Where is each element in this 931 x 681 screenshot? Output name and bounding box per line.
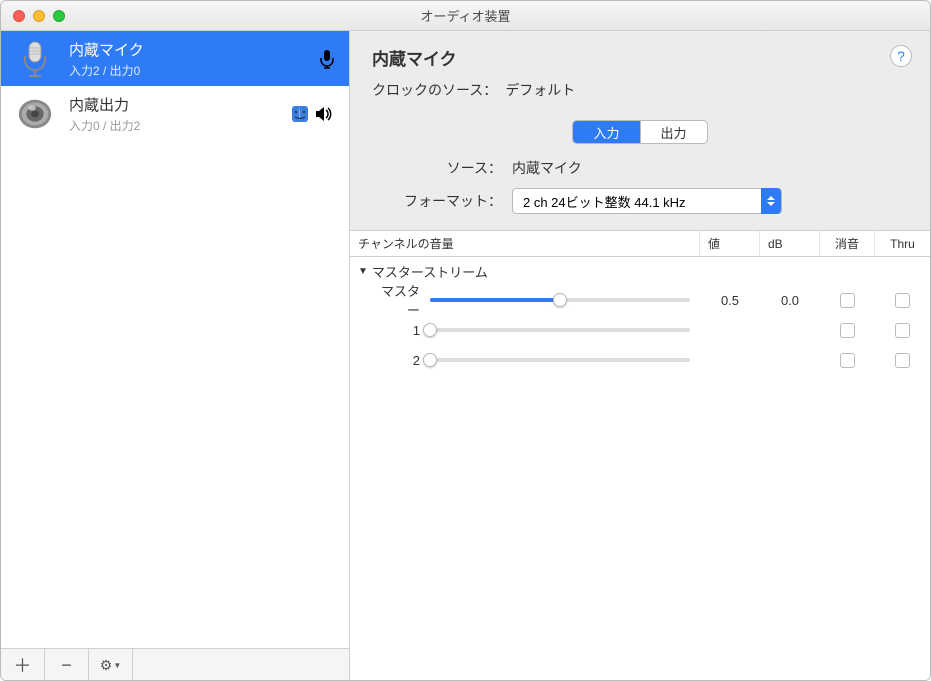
tab-bar: 入力 出力 [350,112,930,144]
select-arrows-icon [761,188,781,214]
device-indicator [319,49,335,69]
clock-source-value: デフォルト [505,80,575,100]
settings-button[interactable]: ⚙ ▼ [89,649,133,681]
microphone-icon [15,39,55,79]
channel-row: 2 [350,345,930,375]
source-row: ソース： 内蔵マイク [372,158,908,178]
mic-icon [319,49,335,69]
device-subtitle: 入力0 / 出力2 [69,117,277,134]
device-name: 内蔵マイク [69,39,305,60]
mute-cell [820,323,875,338]
sidebar: 内蔵マイク 入力2 / 出力0 [1,31,350,680]
thru-checkbox[interactable] [895,323,910,338]
thru-cell [875,323,930,338]
tab-input[interactable]: 入力 [573,121,639,143]
gear-icon: ⚙ [100,657,113,674]
window-title: オーディオ装置 [420,6,510,25]
table-body: ▼ マスターストリーム マスター0.50.012 [350,257,930,680]
mute-checkbox[interactable] [840,353,855,368]
device-item-builtin-mic[interactable]: 内蔵マイク 入力2 / 出力0 [1,31,349,86]
channel-slider[interactable] [430,298,700,302]
stream-row[interactable]: ▼ マスターストリーム [350,257,930,285]
column-mute: 消音 [820,231,875,256]
thru-cell [875,353,930,368]
mute-checkbox[interactable] [840,323,855,338]
sidebar-footer: ＋ − ⚙ ▼ [1,648,349,680]
io-segmented-control: 入力 出力 [572,120,707,144]
mute-checkbox[interactable] [840,293,855,308]
table-header: チャンネルの音量 値 dB 消音 Thru [350,231,930,257]
channel-row: 1 [350,315,930,345]
help-button[interactable]: ? [890,45,912,67]
format-label: フォーマット： [372,191,502,211]
format-select[interactable]: 2 ch 24ビット整数 44.1 kHz [512,188,782,214]
column-thru: Thru [875,231,930,256]
device-item-builtin-output[interactable]: 内蔵出力 入力0 / 出力2 [1,86,349,141]
channel-slider[interactable] [430,328,700,332]
traffic-lights [1,10,65,22]
thru-checkbox[interactable] [895,353,910,368]
clock-source-label: クロックのソース： [372,80,497,100]
chevron-down-icon: ▼ [113,661,121,670]
device-subtitle: 入力2 / 出力0 [69,62,305,79]
speaker-icon [15,94,55,134]
source-value: 内蔵マイク [512,158,582,178]
format-row: フォーマット： 2 ch 24ビット整数 44.1 kHz [372,188,908,214]
mute-cell [820,353,875,368]
minimize-button[interactable] [33,10,45,22]
maximize-button[interactable] [53,10,65,22]
mute-cell [820,293,875,308]
clock-source-row: クロックのソース： デフォルト [372,80,908,100]
thru-checkbox[interactable] [895,293,910,308]
channel-db: 0.0 [760,293,820,308]
device-text: 内蔵マイク 入力2 / 出力0 [69,39,305,79]
column-value: 値 [700,231,760,256]
device-name: 内蔵出力 [69,94,277,115]
source-label: ソース： [372,158,502,178]
format-value: 2 ch 24ビット整数 44.1 kHz [523,192,686,211]
thru-cell [875,293,930,308]
device-text: 内蔵出力 入力0 / 出力2 [69,94,277,134]
channel-label: 1 [350,323,430,338]
detail-title: 内蔵マイク [372,45,908,70]
channel-slider[interactable] [430,358,700,362]
tab-output[interactable]: 出力 [640,121,707,143]
column-db: dB [760,231,820,256]
add-device-button[interactable]: ＋ [1,649,45,681]
audio-devices-window: オーディオ装置 [0,0,931,681]
remove-device-button[interactable]: − [45,649,89,681]
channel-value: 0.5 [700,293,760,308]
finder-icon [291,105,309,123]
titlebar: オーディオ装置 [1,1,930,31]
window-body: 内蔵マイク 入力2 / 出力0 [1,31,930,680]
channel-label: マスター [350,281,430,319]
detail-header: 内蔵マイク クロックのソース： デフォルト ? [350,31,930,112]
column-volume: チャンネルの音量 [350,231,700,256]
channel-row: マスター0.50.0 [350,285,930,315]
detail-panel: 内蔵マイク クロックのソース： デフォルト ? 入力 出力 ソース： 内蔵マイク [350,31,930,680]
close-button[interactable] [13,10,25,22]
device-indicators [291,105,335,123]
channel-label: 2 [350,353,430,368]
stream-name: マスターストリーム [372,262,488,281]
device-list: 内蔵マイク 入力2 / 出力0 [1,31,349,648]
form-area: ソース： 内蔵マイク フォーマット： 2 ch 24ビット整数 44.1 kHz [350,144,930,231]
volume-icon [315,106,335,122]
disclosure-triangle-icon: ▼ [358,266,368,277]
